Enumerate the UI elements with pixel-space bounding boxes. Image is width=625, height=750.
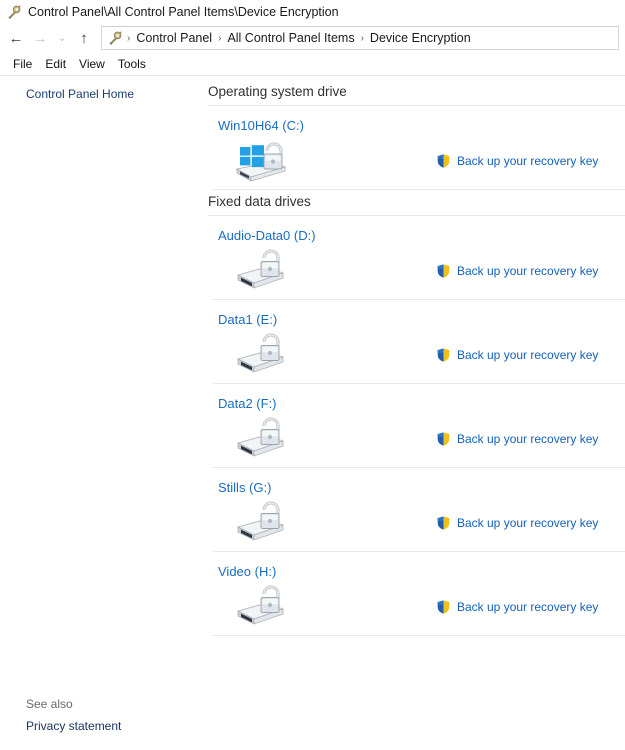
drive-entry: Data2 (F:) Back up your recovery key	[208, 384, 625, 468]
drive-entry: Video (H:) Back up your recovery key	[208, 552, 625, 636]
back-up-recovery-key-link[interactable]: Back up your recovery key	[436, 347, 598, 363]
back-up-recovery-key-link[interactable]: Back up your recovery key	[436, 263, 598, 279]
drive-unlocked-icon	[233, 413, 289, 466]
drive-entry: Data1 (E:) Back up your recovery key	[208, 300, 625, 384]
drive-section-2: Fixed data drives Audio-Data0 (D:) Back …	[208, 190, 625, 636]
drive-unlocked-icon	[233, 245, 289, 298]
back-up-recovery-key-label: Back up your recovery key	[457, 432, 599, 446]
drive-actions: Back up your recovery key	[308, 431, 625, 447]
sidebar-item-privacy-statement[interactable]: Privacy statement	[0, 717, 200, 735]
drive-row: Back up your recovery key	[208, 133, 625, 189]
menu-bar: File Edit View Tools	[0, 53, 625, 76]
up-button[interactable]: ↑	[72, 26, 96, 50]
back-up-recovery-key-label: Back up your recovery key	[457, 516, 599, 530]
sidebar: Control Panel Home See also Privacy stat…	[0, 76, 200, 743]
drive-unlocked-icon	[233, 497, 289, 550]
uac-shield-icon	[436, 515, 451, 531]
drive-name-link-data1-e[interactable]: Data1 (E:)	[208, 300, 625, 327]
section-title: Operating system drive	[208, 84, 347, 99]
navigation-bar: ← → ⌄ ↑ › Control Panel › All Control Pa…	[0, 23, 625, 53]
drive-actions: Back up your recovery key	[308, 153, 625, 169]
drive-row: Back up your recovery key	[208, 243, 625, 299]
menu-item-view[interactable]: View	[74, 55, 113, 73]
back-up-recovery-key-label: Back up your recovery key	[457, 600, 599, 614]
menu-item-tools[interactable]: Tools	[113, 55, 154, 73]
section-drive-list: Win10H64 (C:) Back up your recovery key	[208, 106, 625, 190]
drive-icon-container	[208, 329, 308, 382]
recent-locations-button[interactable]: ⌄	[52, 26, 72, 50]
control-panel-icon	[6, 4, 22, 20]
address-bar-control-panel-icon	[107, 30, 123, 46]
drive-icon-container	[208, 245, 308, 298]
sidebar-item-control-panel-home[interactable]: Control Panel Home	[0, 84, 200, 104]
breadcrumb-separator-icon: ›	[360, 32, 364, 44]
drive-separator	[213, 189, 625, 190]
drive-section-1: Operating system drive Win10H64 (C:) Bac…	[208, 80, 625, 190]
back-up-recovery-key-link[interactable]: Back up your recovery key	[436, 599, 598, 615]
windows-drive-unlocked-icon	[233, 135, 289, 188]
drive-actions: Back up your recovery key	[308, 347, 625, 363]
menu-item-edit[interactable]: Edit	[40, 55, 74, 73]
breadcrumb-item-control-panel[interactable]: Control Panel	[134, 31, 214, 45]
menu-item-file[interactable]: File	[8, 55, 40, 73]
drive-name-link-stills-g[interactable]: Stills (G:)	[208, 468, 625, 495]
drive-entry: Audio-Data0 (D:) Back up your recovery k…	[208, 216, 625, 300]
drive-entry: Stills (G:) Back up your recovery key	[208, 468, 625, 552]
title-bar: Control Panel\All Control Panel Items\De…	[0, 0, 625, 23]
drive-icon-container	[208, 497, 308, 550]
sidebar-see-also-section: See also Privacy statement	[0, 695, 200, 735]
back-up-recovery-key-label: Back up your recovery key	[457, 264, 599, 278]
back-up-recovery-key-link[interactable]: Back up your recovery key	[436, 515, 598, 531]
drive-name-link-data2-f[interactable]: Data2 (F:)	[208, 384, 625, 411]
main-pane: Operating system drive Win10H64 (C:) Bac…	[200, 76, 625, 743]
content-area: Control Panel Home See also Privacy stat…	[0, 76, 625, 743]
drive-separator	[213, 635, 625, 636]
drive-actions: Back up your recovery key	[308, 599, 625, 615]
section-title: Fixed data drives	[208, 194, 311, 209]
back-up-recovery-key-label: Back up your recovery key	[457, 154, 599, 168]
uac-shield-icon	[436, 153, 451, 169]
back-up-recovery-key-link[interactable]: Back up your recovery key	[436, 431, 598, 447]
breadcrumb-item-all-control-panel-items[interactable]: All Control Panel Items	[225, 31, 356, 45]
address-bar[interactable]: › Control Panel › All Control Panel Item…	[101, 26, 619, 50]
drive-actions: Back up your recovery key	[308, 263, 625, 279]
uac-shield-icon	[436, 599, 451, 615]
back-up-recovery-key-link[interactable]: Back up your recovery key	[436, 153, 598, 169]
drive-row: Back up your recovery key	[208, 411, 625, 467]
drive-row: Back up your recovery key	[208, 327, 625, 383]
breadcrumb-separator-icon: ›	[218, 32, 222, 44]
drive-icon-container	[208, 413, 308, 466]
breadcrumb-separator-icon: ›	[127, 32, 131, 44]
uac-shield-icon	[436, 431, 451, 447]
drive-icon-container	[208, 581, 308, 634]
drive-row: Back up your recovery key	[208, 495, 625, 551]
uac-shield-icon	[436, 347, 451, 363]
back-up-recovery-key-label: Back up your recovery key	[457, 348, 599, 362]
forward-button[interactable]: →	[28, 26, 52, 50]
drive-name-link-video-h[interactable]: Video (H:)	[208, 552, 625, 579]
drive-name-link-win10h64-c[interactable]: Win10H64 (C:)	[208, 106, 625, 133]
drive-icon-container	[208, 135, 308, 188]
drive-entry: Win10H64 (C:) Back up your recovery key	[208, 106, 625, 190]
drive-unlocked-icon	[233, 329, 289, 382]
breadcrumb-item-device-encryption[interactable]: Device Encryption	[368, 31, 473, 45]
back-button[interactable]: ←	[4, 26, 28, 50]
drive-unlocked-icon	[233, 581, 289, 634]
see-also-label: See also	[26, 697, 73, 711]
uac-shield-icon	[436, 263, 451, 279]
drive-name-link-audio-data0-d[interactable]: Audio-Data0 (D:)	[208, 216, 625, 243]
drive-row: Back up your recovery key	[208, 579, 625, 635]
window-title: Control Panel\All Control Panel Items\De…	[28, 4, 339, 19]
drive-actions: Back up your recovery key	[308, 515, 625, 531]
section-drive-list: Audio-Data0 (D:) Back up your recovery k…	[208, 216, 625, 636]
